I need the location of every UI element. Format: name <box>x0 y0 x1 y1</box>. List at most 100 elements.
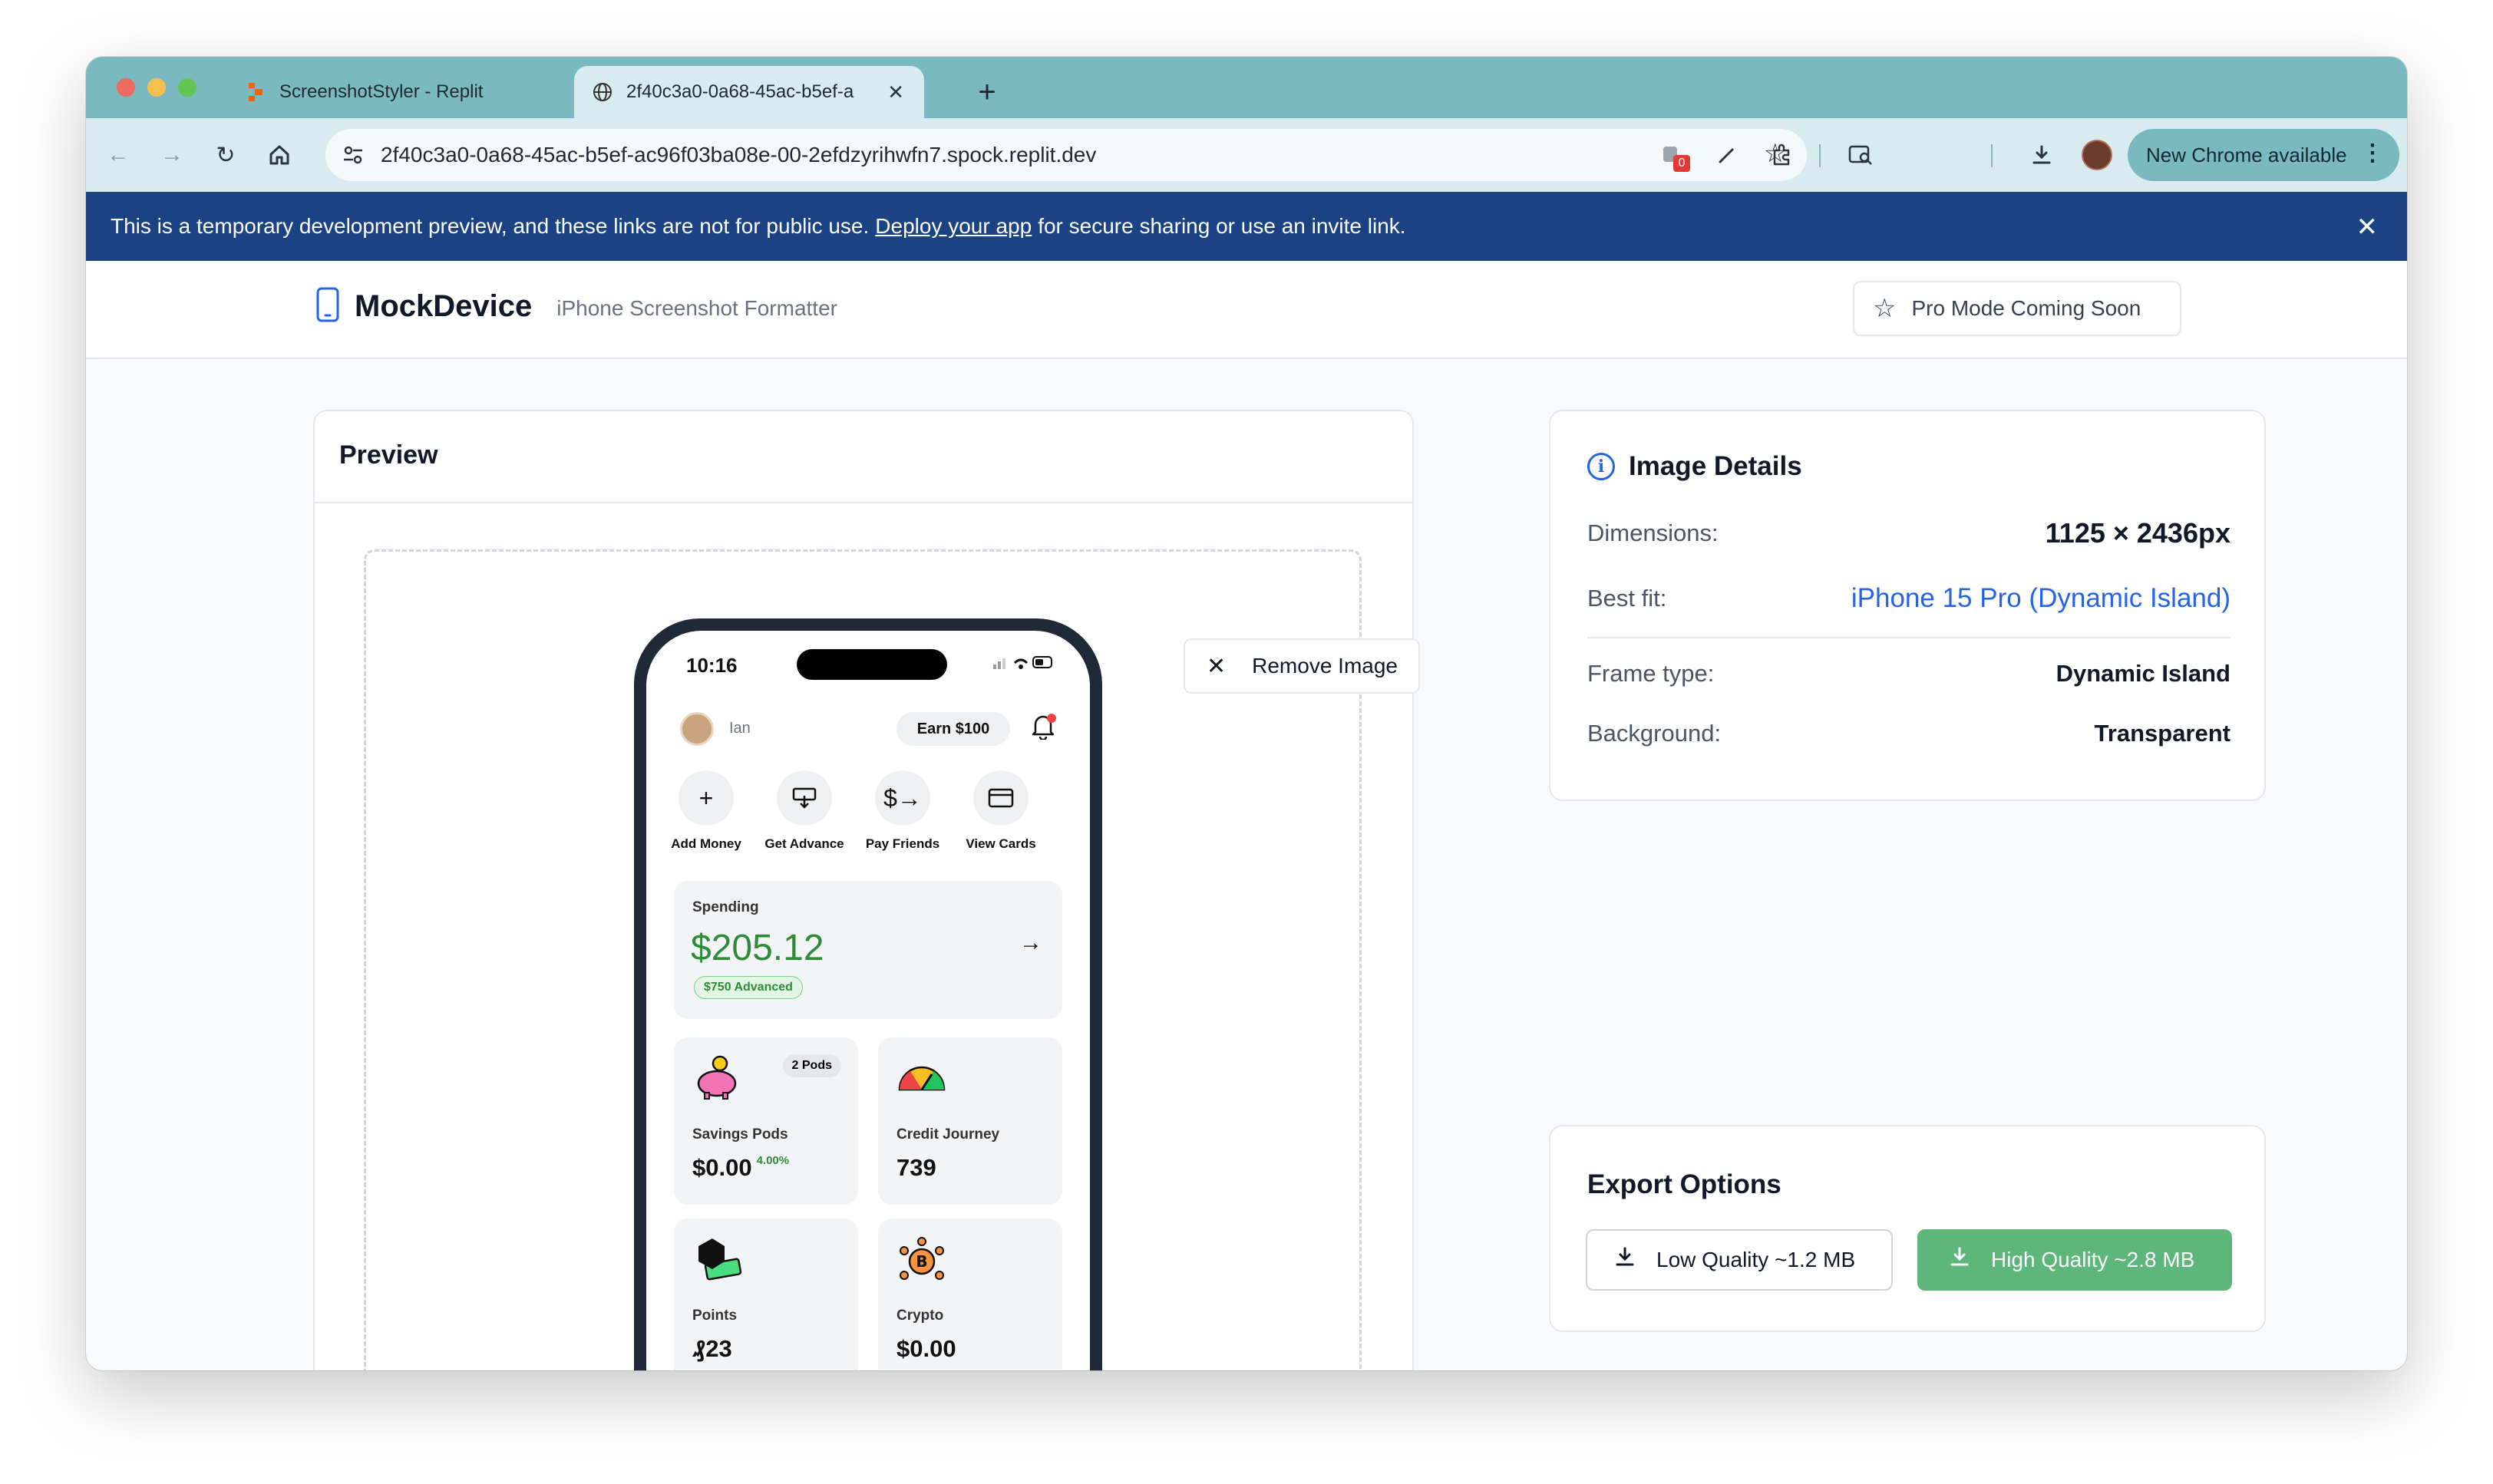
spending-card[interactable]: Spending $205.12 $750 Advanced → <box>674 881 1062 1019</box>
minimize-window-button[interactable] <box>147 78 166 97</box>
banner-close-icon[interactable]: ✕ <box>2356 212 2379 242</box>
back-icon[interactable]: ← <box>101 138 135 172</box>
detail-value: Transparent <box>2094 720 2230 747</box>
status-icons <box>993 654 1055 675</box>
star-icon: ☆ <box>1873 294 1897 323</box>
tab-title: ScreenshotStyler - Replit <box>279 81 484 102</box>
tile-title: Savings Pods <box>692 1126 788 1143</box>
action-get-advance[interactable]: Get Advance <box>758 770 850 852</box>
gauge-icon <box>895 1054 949 1104</box>
reload-icon[interactable]: ↻ <box>209 138 243 172</box>
brand: MockDevice iPhone Screenshot Formatter <box>316 287 837 326</box>
credit-journey-tile[interactable]: Credit Journey 739 <box>878 1037 1062 1205</box>
forward-icon[interactable]: → <box>155 138 189 172</box>
tab-close-icon[interactable]: ✕ <box>887 81 904 104</box>
chrome-update-label: New Chrome available <box>2146 143 2347 167</box>
details-title-text: Image Details <box>1629 451 1802 481</box>
savings-pods-tile[interactable]: 2 Pods Savings Pods $0.00 4.00% <box>674 1037 858 1205</box>
high-quality-button[interactable]: High Quality ~2.8 MB <box>1917 1229 2232 1291</box>
action-add-money[interactable]: + Add Money <box>660 770 752 852</box>
preview-title: Preview <box>339 440 438 470</box>
remove-image-button[interactable]: ✕ Remove Image <box>1184 638 1420 694</box>
close-window-button[interactable] <box>117 78 135 97</box>
detail-key: Frame type: <box>1587 660 1715 687</box>
dynamic-island <box>797 649 947 680</box>
app-subtitle: iPhone Screenshot Formatter <box>556 295 837 320</box>
extension-badge: 0 <box>1673 155 1690 172</box>
savings-value: $0.00 <box>692 1154 752 1181</box>
detail-key: Background: <box>1587 720 1722 747</box>
notification-dot <box>1047 714 1056 723</box>
pro-mode-button[interactable]: ☆ Pro Mode Coming Soon <box>1853 281 2181 336</box>
pro-mode-label: Pro Mode Coming Soon <box>1911 296 2141 320</box>
more-options-icon[interactable]: ⋮ <box>2361 140 2384 167</box>
phone-time: 10:16 <box>686 654 738 677</box>
detail-value: iPhone 15 Pro (Dynamic Island) <box>1851 583 2230 613</box>
plus-icon: + <box>679 770 734 826</box>
spending-label: Spending <box>692 899 759 915</box>
earn-button[interactable]: Earn $100 <box>896 712 1010 746</box>
remove-image-label: Remove Image <box>1252 654 1398 678</box>
phone-logo-icon <box>316 287 339 326</box>
detail-row-frame-type: Frame type: Dynamic Island <box>1587 660 2230 688</box>
points-tile[interactable]: Points ₰23 <box>674 1219 858 1370</box>
action-label: Add Money <box>671 836 741 851</box>
action-pay-friends[interactable]: $→ Pay Friends <box>857 770 949 852</box>
detail-value: Dynamic Island <box>2055 660 2230 687</box>
card-icon <box>973 770 1029 826</box>
image-details-card: i Image Details Dimensions: 1125 × 2436p… <box>1549 410 2266 801</box>
deploy-app-link[interactable]: Deploy your app <box>875 214 1032 239</box>
detail-row-background: Background: Transparent <box>1587 720 2230 747</box>
tab-preview[interactable]: 2f40c3a0-0a68-45ac-b5ef-a ✕ <box>574 66 924 118</box>
export-options-card: Export Options Low Quality ~1.2 MB High … <box>1549 1125 2266 1332</box>
download-icon[interactable] <box>2025 138 2059 172</box>
download-icon <box>1948 1245 1971 1275</box>
tile-title: Credit Journey <box>896 1126 1000 1143</box>
detail-row-dimensions: Dimensions: 1125 × 2436px <box>1587 517 2230 549</box>
action-view-cards[interactable]: View Cards <box>955 770 1047 852</box>
puzzle-icon[interactable] <box>1765 138 1799 172</box>
divider <box>315 502 1412 503</box>
download-icon <box>1613 1245 1636 1275</box>
advance-icon <box>777 770 832 826</box>
tile-value: 739 <box>896 1154 936 1181</box>
detail-key: Best fit: <box>1587 585 1667 612</box>
advanced-badge: $750 Advanced <box>694 976 803 999</box>
low-quality-button[interactable]: Low Quality ~1.2 MB <box>1586 1229 1893 1291</box>
tile-title: Points <box>692 1308 738 1324</box>
phone-screen: 10:16 Ian Earn $100 + Add Money Get Adva… <box>646 631 1090 1370</box>
details-title: i Image Details <box>1587 451 1802 482</box>
app-name: MockDevice <box>355 289 533 323</box>
tile-title: Crypto <box>896 1308 944 1324</box>
details-divider <box>1587 637 2230 638</box>
banner-text-after: for secure sharing or use an invite link… <box>1038 214 1406 238</box>
url-text: 2f40c3a0-0a68-45ac-b5ef-ac96f03ba08e-00-… <box>381 143 1097 167</box>
tab-search-icon[interactable] <box>1844 138 1877 172</box>
piggy-bank-icon <box>691 1054 745 1110</box>
points-icon <box>691 1235 745 1294</box>
detail-value: 1125 × 2436px <box>2045 517 2230 549</box>
tab-strip: ScreenshotStyler - Replit ✕ 2f40c3a0-0a6… <box>86 57 2407 118</box>
address-bar[interactable]: 2f40c3a0-0a68-45ac-b5ef-ac96f03ba08e-00-… <box>325 129 1807 181</box>
dollar-arrow-icon: $→ <box>875 770 930 826</box>
site-info-icon[interactable] <box>341 143 365 171</box>
dev-preview-banner: This is a temporary development preview,… <box>86 192 2407 261</box>
eyedropper-icon[interactable] <box>1710 138 1744 172</box>
globe-icon <box>593 82 613 102</box>
bitcoin-icon: B <box>895 1235 949 1294</box>
new-tab-button[interactable]: + <box>966 71 1009 114</box>
crypto-tile[interactable]: B Crypto $0.00 <box>878 1219 1062 1370</box>
user-avatar[interactable] <box>680 712 714 746</box>
svg-text:B: B <box>916 1252 927 1271</box>
home-icon[interactable] <box>263 138 296 172</box>
action-label: Pay Friends <box>865 836 940 851</box>
arrow-right-icon[interactable]: → <box>1019 930 1042 956</box>
tile-value: ₰23 <box>692 1335 732 1362</box>
profile-avatar[interactable] <box>2082 140 2112 170</box>
new-chrome-available-button[interactable]: New Chrome available ⋮ <box>2128 129 2399 181</box>
tile-value: $0.00 4.00% <box>692 1154 789 1182</box>
info-icon: i <box>1587 453 1615 480</box>
maximize-window-button[interactable] <box>178 78 196 97</box>
extension-icon[interactable]: 0 <box>1655 138 1690 172</box>
user-name: Ian <box>729 720 751 737</box>
